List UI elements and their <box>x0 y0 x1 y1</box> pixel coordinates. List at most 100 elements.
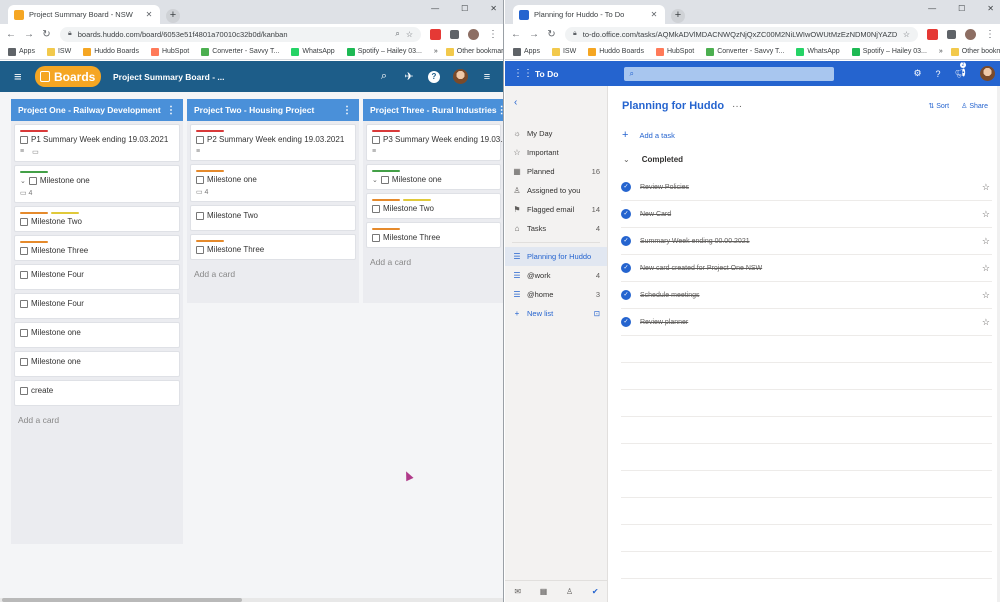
pin-icon[interactable]: ✈ <box>403 70 415 83</box>
todo-brand[interactable]: To Do <box>535 69 558 79</box>
close-window-icon[interactable]: ✕ <box>987 4 994 13</box>
task-row[interactable]: ✓ New card created for Project One NSW ☆ <box>621 255 992 282</box>
new-group-icon[interactable]: ⊡ <box>594 309 600 318</box>
kanban-card[interactable]: P3 Summary Week ending 19.03.2021 ≡ <box>366 124 503 161</box>
bookmark-item[interactable]: Huddo Boards <box>83 47 139 56</box>
other-bookmarks-folder[interactable]: Other bookmarks <box>950 47 1000 56</box>
address-bar[interactable]: 🔒︎ boards.huddo.com/board/6053e51f4801a7… <box>60 26 421 42</box>
kanban-card[interactable]: Milestone Two <box>14 206 180 232</box>
kanban-card[interactable]: ⌄ Milestone one ▭ 4 <box>14 165 180 203</box>
task-row[interactable]: ✓ Review planner ☆ <box>621 309 992 336</box>
user-avatar[interactable] <box>453 69 468 84</box>
sidebar-list-item[interactable]: ☰ @work 4 <box>505 266 607 285</box>
sidebar-item[interactable]: ⌂ Tasks 4 <box>505 219 607 238</box>
card-checkbox[interactable] <box>20 357 28 366</box>
extensions-puzzle-icon[interactable] <box>450 29 459 39</box>
share-button[interactable]: ♙ Share <box>961 102 988 110</box>
reload-icon[interactable]: ↻ <box>547 29 556 40</box>
collapse-sidebar-icon[interactable]: ‹ <box>505 86 607 124</box>
bookmark-item[interactable]: ISW <box>46 47 71 56</box>
todo-check-icon[interactable]: ✔ <box>592 587 599 596</box>
completed-check-icon[interactable]: ✓ <box>621 290 631 300</box>
column-header[interactable]: Project Two - Housing Project ⋮ <box>187 99 359 121</box>
sort-button[interactable]: ⇅ Sort <box>928 102 949 110</box>
bookmark-star-icon[interactable]: ☆ <box>406 30 413 39</box>
card-checkbox[interactable] <box>20 135 28 144</box>
board-title[interactable]: Project Summary Board - ... <box>113 72 224 82</box>
card-checkbox[interactable] <box>28 176 37 185</box>
task-row[interactable]: ✓ Schedule meetings ☆ <box>621 282 992 309</box>
tab-huddo[interactable]: Project Summary Board - NSW ✕ <box>8 5 160 24</box>
completed-check-icon[interactable]: ✓ <box>621 182 631 192</box>
add-card-button[interactable]: Add a card <box>11 406 183 434</box>
extension-icon[interactable] <box>927 28 938 40</box>
task-row[interactable]: ✓ Review Policies ☆ <box>621 174 992 201</box>
forward-icon[interactable]: → <box>529 29 539 40</box>
search-icon[interactable]: ⌕ <box>378 70 390 83</box>
more-bookmarks-chevron[interactable]: » <box>939 48 943 55</box>
star-icon[interactable]: ☆ <box>982 290 990 301</box>
star-icon[interactable]: ☆ <box>982 209 990 220</box>
menu-kebab-icon[interactable]: ⋮ <box>488 29 498 40</box>
column-menu-icon[interactable]: ⋮ <box>166 105 176 116</box>
star-icon[interactable]: ☆ <box>982 182 990 193</box>
card-checkbox[interactable] <box>20 270 28 279</box>
column-header[interactable]: Project One - Railway Development ⋮ <box>11 99 183 121</box>
user-avatar[interactable] <box>980 66 995 81</box>
card-checkbox[interactable] <box>380 175 389 184</box>
card-checkbox[interactable] <box>20 386 28 395</box>
other-bookmarks-folder[interactable]: Other bookmarks <box>445 47 503 56</box>
card-checkbox[interactable] <box>20 246 28 255</box>
bookmark-item[interactable]: HubSpot <box>150 47 189 56</box>
sidebar-item[interactable]: ⚑ Flagged email 14 <box>505 200 607 219</box>
bookmark-item[interactable]: Converter - Savvy T... <box>201 47 279 56</box>
scrollbar-thumb[interactable] <box>2 598 242 602</box>
star-icon[interactable]: ☆ <box>982 263 990 274</box>
card-checkbox[interactable] <box>196 135 204 144</box>
notifications-icon[interactable]: 📢︎ 2 <box>955 62 967 79</box>
board-menu-icon[interactable]: ≡ <box>481 71 493 83</box>
bookmark-item[interactable]: WhatsApp <box>291 47 335 56</box>
new-tab-button[interactable]: + <box>166 9 180 23</box>
sidebar-list-item[interactable]: ☰ Planning for Huddo <box>505 247 607 266</box>
column-header[interactable]: Project Three - Rural Industries⋮ <box>363 99 503 121</box>
extensions-puzzle-icon[interactable] <box>947 29 956 39</box>
forward-icon[interactable]: → <box>24 29 34 40</box>
close-window-icon[interactable]: ✕ <box>490 4 497 13</box>
column-menu-icon[interactable]: ⋮ <box>342 105 352 116</box>
add-card-button[interactable]: Add a card <box>187 260 359 288</box>
calendar-icon[interactable]: ▦ <box>540 587 548 596</box>
completed-check-icon[interactable]: ✓ <box>621 317 631 327</box>
completed-check-icon[interactable]: ✓ <box>621 209 631 219</box>
profile-avatar[interactable] <box>965 28 976 40</box>
close-tab-icon[interactable]: ✕ <box>649 10 659 19</box>
kanban-card[interactable]: Milestone Two <box>366 193 501 219</box>
card-checkbox[interactable] <box>372 233 380 242</box>
kanban-card[interactable]: ⌄ Milestone one <box>366 164 501 190</box>
bookmark-item[interactable]: Spotify – Hailey 03... <box>346 47 422 56</box>
bookmark-item[interactable]: Apps <box>8 47 35 56</box>
bookmark-item[interactable]: Huddo Boards <box>588 47 644 56</box>
list-options-icon[interactable]: ··· <box>732 101 742 112</box>
sidebar-item[interactable]: ☆ Important <box>505 143 607 162</box>
reload-icon[interactable]: ↻ <box>42 29 51 40</box>
close-tab-icon[interactable]: ✕ <box>144 10 154 19</box>
extension-icon[interactable] <box>430 28 441 40</box>
profile-avatar[interactable] <box>468 28 479 40</box>
more-bookmarks-chevron[interactable]: » <box>434 48 438 55</box>
kanban-card[interactable]: Milestone Two <box>190 205 356 231</box>
card-checkbox[interactable] <box>372 204 380 213</box>
task-row[interactable]: ✓ New Card ☆ <box>621 201 992 228</box>
maximize-icon[interactable]: ☐ <box>461 4 468 13</box>
new-tab-button[interactable]: + <box>671 9 685 23</box>
help-icon[interactable]: ? <box>936 69 941 79</box>
bookmark-item[interactable]: HubSpot <box>655 47 694 56</box>
horizontal-scrollbar[interactable] <box>0 598 503 602</box>
expand-chevron-icon[interactable]: ⌄ <box>372 176 378 184</box>
completed-check-icon[interactable]: ✓ <box>621 236 631 246</box>
kanban-card[interactable]: Milestone one <box>14 351 180 377</box>
kanban-card[interactable]: Milestone one ▭ 4 <box>190 164 356 202</box>
kanban-card[interactable]: Milestone Three <box>366 222 501 248</box>
minimize-icon[interactable]: — <box>431 4 439 13</box>
address-bar[interactable]: 🔒︎ to-do.office.com/tasks/AQMkADVlMDACNW… <box>565 26 918 42</box>
